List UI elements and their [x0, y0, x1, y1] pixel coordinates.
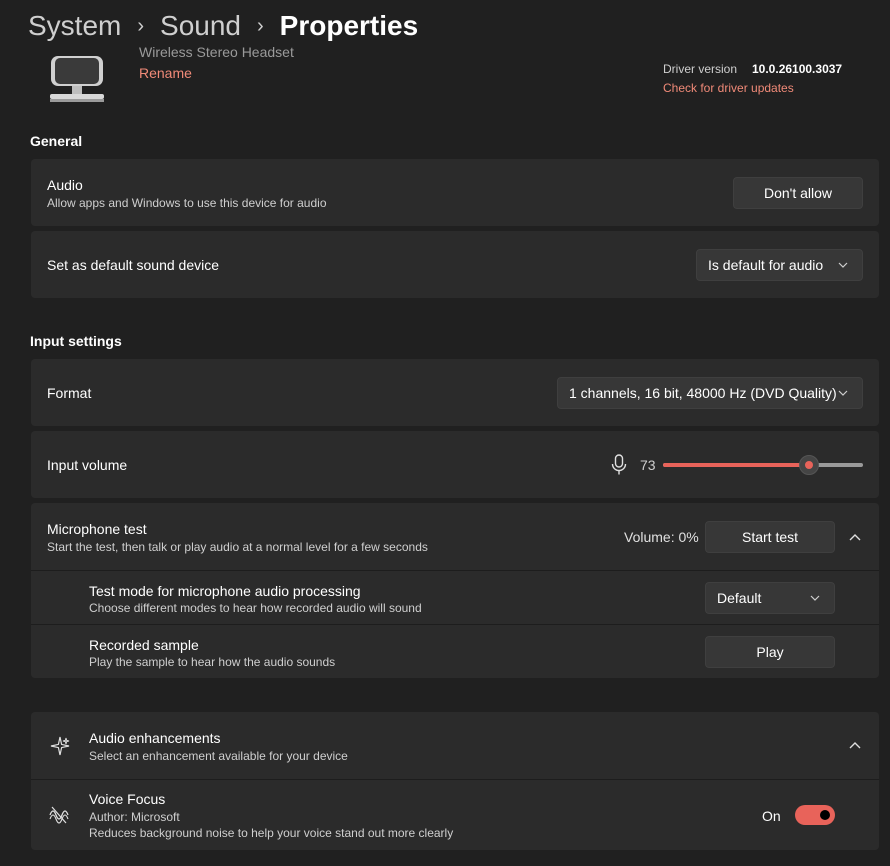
rename-link[interactable]: Rename	[139, 65, 192, 81]
microphone-icon[interactable]	[610, 454, 628, 476]
breadcrumb-separator-icon: ›	[137, 14, 145, 37]
breadcrumb-system[interactable]: System	[28, 10, 121, 42]
chevron-down-icon	[838, 390, 848, 396]
format-value: 1 channels, 16 bit, 48000 Hz (DVD Qualit…	[569, 385, 837, 401]
test-mode-value: Default	[717, 590, 762, 606]
mic-test-description: Start the test, then talk or play audio …	[47, 540, 428, 554]
audio-enhancements-title: Audio enhancements	[89, 730, 221, 746]
mic-test-title: Microphone test	[47, 521, 147, 537]
audio-description: Allow apps and Windows to use this devic…	[47, 196, 327, 210]
voice-focus-author: Author: Microsoft	[89, 810, 180, 824]
recorded-sample-title: Recorded sample	[89, 637, 199, 653]
breadcrumb: System › Sound › Properties	[28, 6, 418, 46]
voice-focus-title: Voice Focus	[89, 791, 166, 807]
audio-enhancements-card: Audio enhancements Select an enhancement…	[31, 712, 879, 779]
dont-allow-button[interactable]: Don't allow	[733, 177, 863, 209]
general-heading: General	[30, 133, 83, 149]
driver-version-value: 10.0.26100.3037	[752, 62, 843, 76]
headset-icon	[44, 52, 108, 106]
input-volume-thumb[interactable]	[799, 455, 819, 475]
toggle-knob	[820, 810, 830, 820]
input-volume-fill	[663, 463, 809, 467]
voice-focus-toggle[interactable]	[795, 805, 835, 825]
input-volume-title: Input volume	[47, 457, 128, 473]
format-title: Format	[47, 385, 92, 401]
device-name: Wireless Stereo Headset	[139, 46, 294, 58]
breadcrumb-sound[interactable]: Sound	[160, 10, 241, 42]
voice-focus-row: Voice Focus Author: Microsoft Reduces ba…	[31, 780, 879, 850]
play-button[interactable]: Play	[705, 636, 835, 668]
test-mode-title: Test mode for microphone audio processin…	[89, 583, 361, 599]
chevron-up-icon[interactable]	[846, 737, 864, 753]
page-title: Properties	[279, 10, 419, 41]
default-device-dropdown[interactable]: Is default for audio	[696, 249, 863, 281]
sparkle-icon	[49, 735, 71, 757]
format-dropdown[interactable]: 1 channels, 16 bit, 48000 Hz (DVD Qualit…	[557, 377, 863, 409]
input-settings-heading: Input settings	[30, 333, 122, 349]
voice-focus-description: Reduces background noise to help your vo…	[89, 826, 454, 840]
voice-focus-state: On	[762, 808, 781, 824]
check-driver-updates-link[interactable]: Check for driver updates	[663, 81, 794, 95]
audio-title: Audio	[47, 177, 83, 193]
test-mode-dropdown[interactable]: Default	[705, 582, 835, 614]
start-test-button[interactable]: Start test	[705, 521, 835, 553]
chevron-down-icon	[810, 595, 820, 601]
test-mode-description: Choose different modes to hear how recor…	[89, 601, 422, 615]
recorded-sample-description: Play the sample to hear how the audio so…	[89, 655, 336, 669]
chevron-down-icon	[838, 262, 848, 268]
breadcrumb-separator-icon: ›	[257, 14, 264, 37]
mic-test-volume-label: Volume: 0%	[624, 529, 699, 545]
input-volume-slider[interactable]	[663, 455, 863, 475]
input-volume-value: 73	[640, 457, 656, 473]
audio-enhancements-description: Select an enhancement available for your…	[89, 749, 348, 763]
driver-version-label: Driver version	[663, 62, 738, 76]
voice-focus-icon	[48, 805, 70, 825]
chevron-up-icon[interactable]	[846, 529, 864, 545]
default-device-value: Is default for audio	[708, 257, 824, 273]
default-device-title: Set as default sound device	[47, 257, 220, 273]
